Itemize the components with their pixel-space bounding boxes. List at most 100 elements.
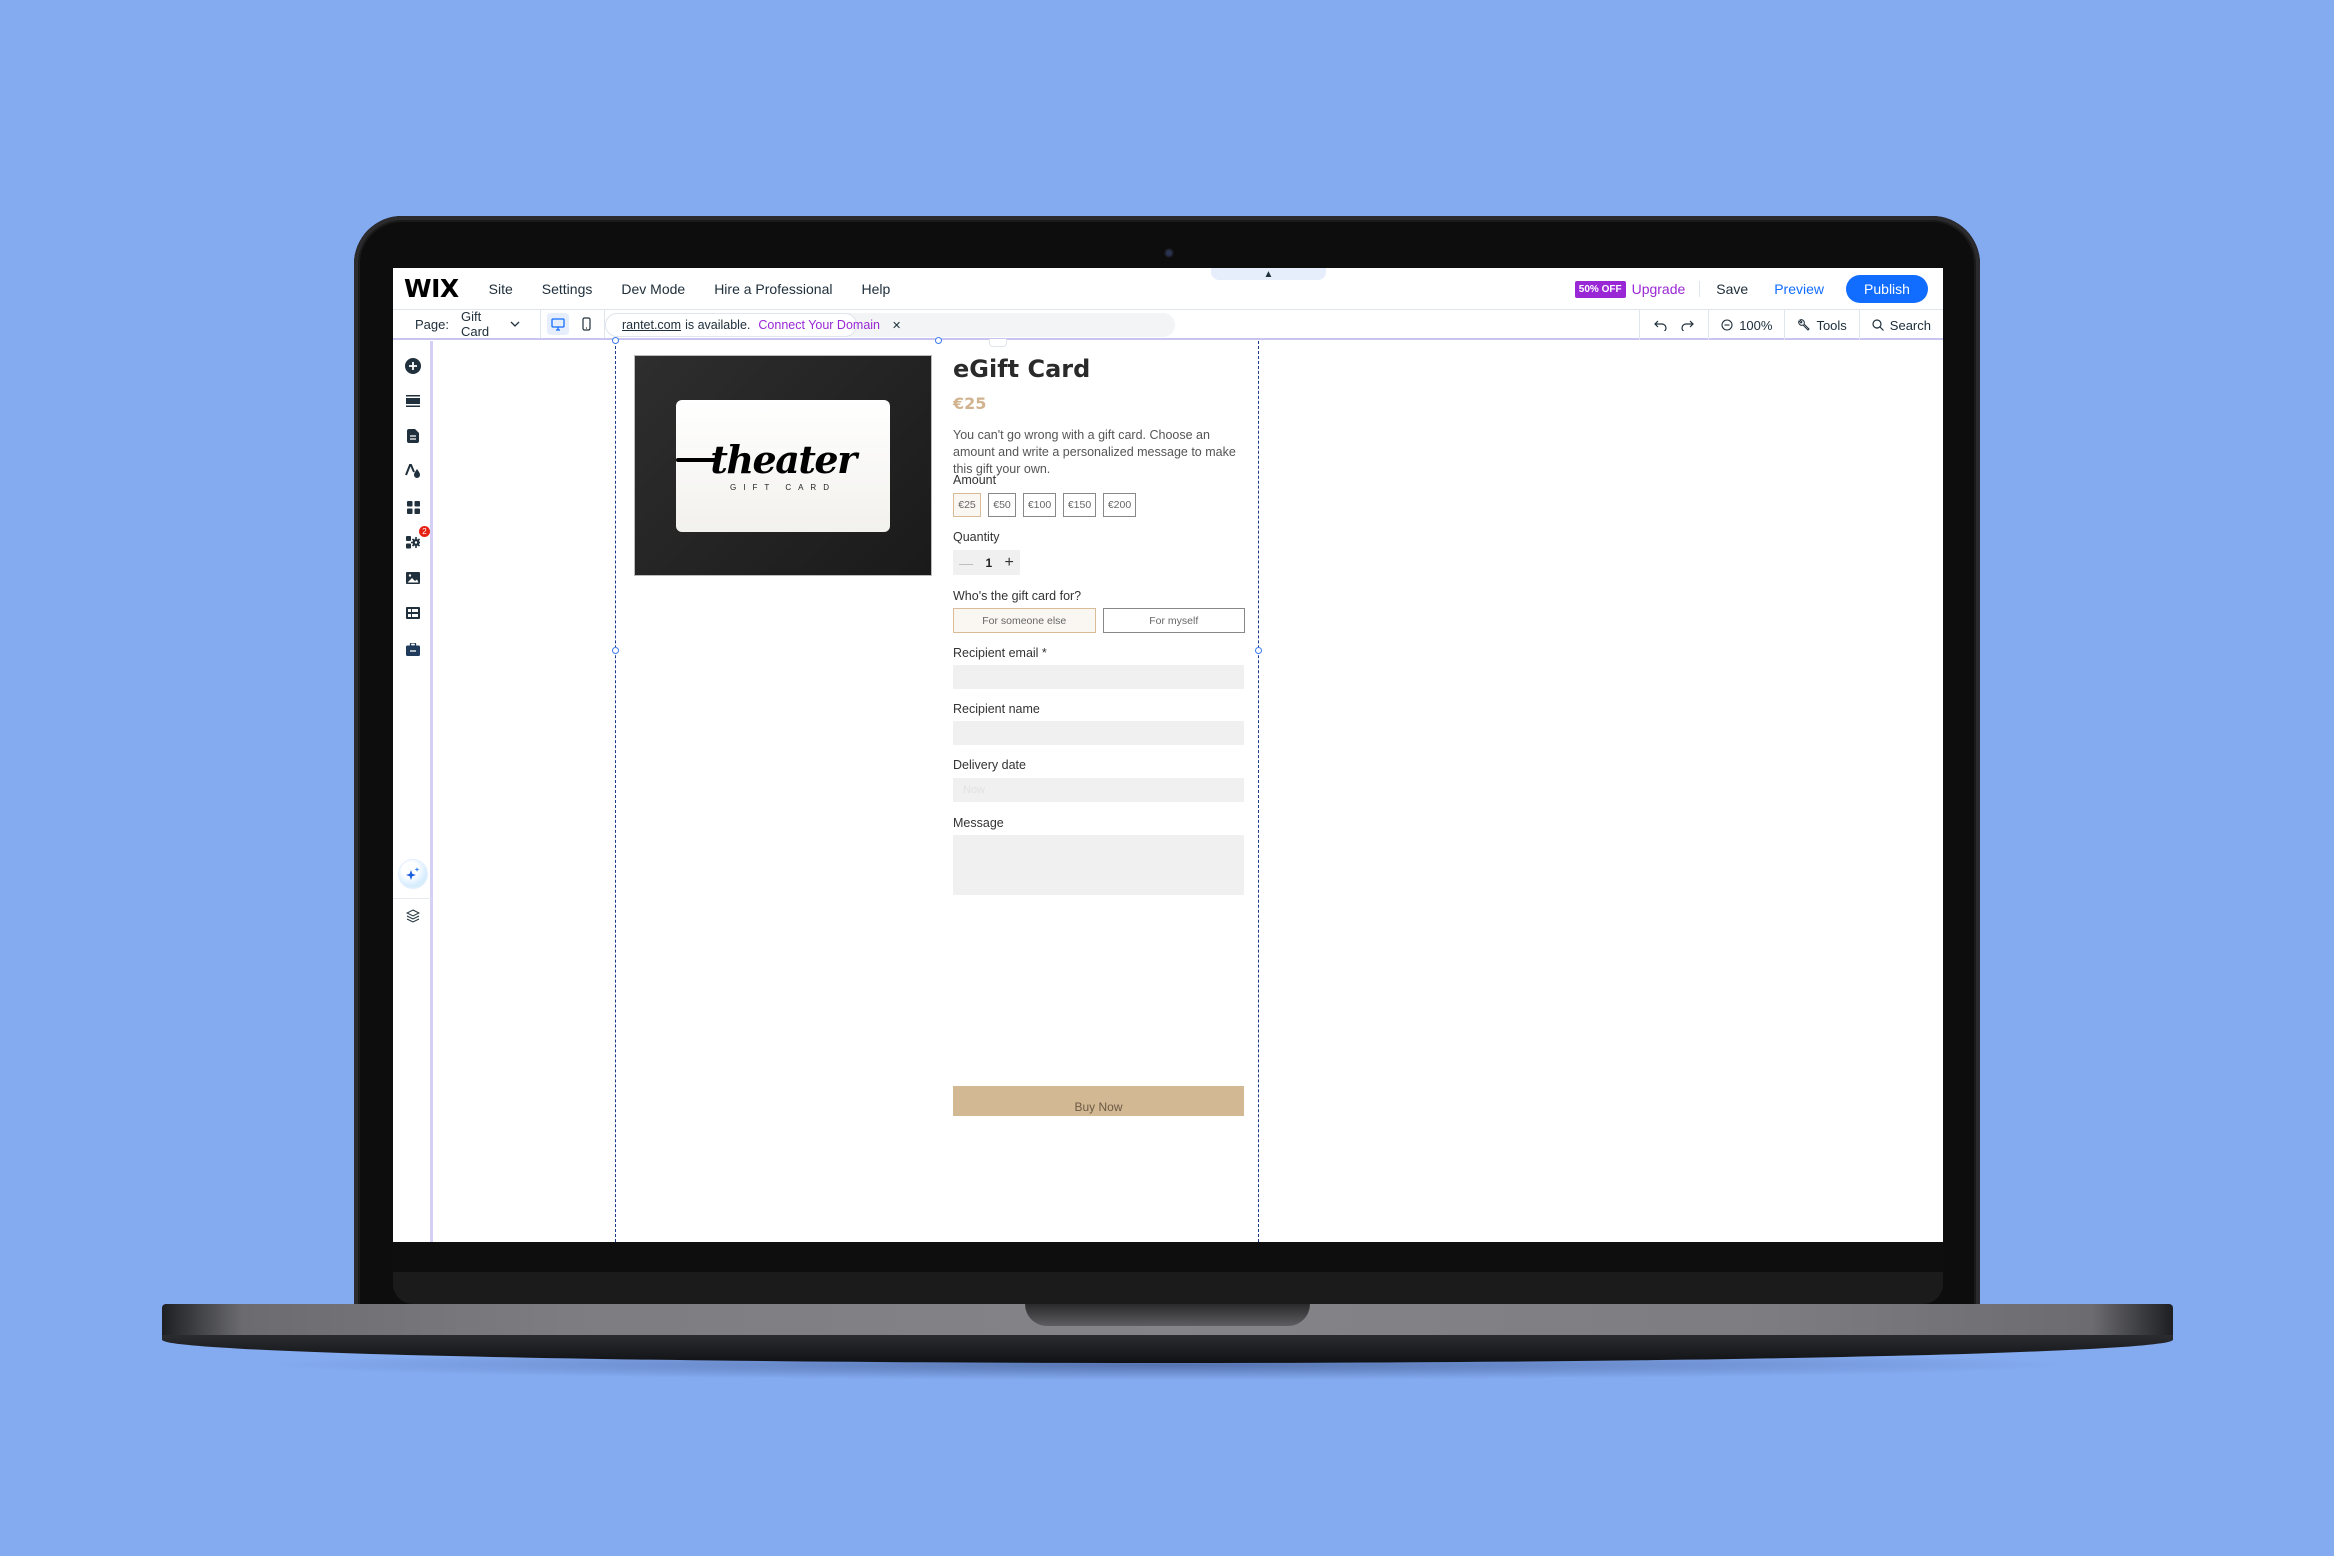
search-icon	[1872, 319, 1884, 331]
sections-icon	[406, 395, 420, 407]
sections-button[interactable]	[404, 392, 422, 410]
top-actions: 50% OFF Upgrade Save Preview Publish	[1574, 268, 1928, 310]
zoom-control[interactable]: 100%	[1708, 310, 1784, 340]
ai-assistant-icon	[406, 867, 420, 880]
for-myself-option[interactable]: For myself	[1102, 608, 1245, 633]
layers-icon	[406, 909, 420, 923]
add-elements-button[interactable]	[404, 357, 422, 375]
undo-redo	[1639, 310, 1708, 340]
recipient-name-label: Recipient name	[953, 702, 1040, 716]
amount-option[interactable]: €100	[1023, 493, 1056, 517]
amount-option[interactable]: €50	[988, 493, 1016, 517]
section-handle[interactable]	[989, 339, 1007, 347]
upgrade-link[interactable]: Upgrade	[1632, 281, 1701, 297]
amount-option[interactable]: €200	[1103, 493, 1136, 517]
message-textarea[interactable]	[953, 835, 1244, 895]
amount-label: Amount	[953, 473, 997, 487]
page-label: Page:	[415, 316, 449, 332]
amount-option[interactable]: €25	[953, 493, 981, 517]
mobile-icon	[582, 317, 591, 331]
editor-canvas[interactable]: theater GIFT CARD eGift Card €25 You can…	[436, 337, 1943, 1242]
pages-icon	[407, 429, 419, 443]
apps-button[interactable]	[404, 498, 422, 516]
quantity-value[interactable]: 1	[985, 556, 992, 570]
media-icon	[406, 572, 420, 584]
quantity-stepper: — 1 +	[953, 550, 1020, 575]
amount-option[interactable]: €150	[1063, 493, 1096, 517]
laptop-notch	[1025, 1304, 1310, 1326]
site-design-button[interactable]	[404, 462, 422, 480]
gridline-handle[interactable]	[1255, 647, 1262, 654]
gridline-handle[interactable]	[935, 337, 942, 344]
zoom-out-icon	[1721, 319, 1733, 331]
recipient-name-input[interactable]	[953, 721, 1244, 745]
gridline-handle[interactable]	[612, 337, 619, 344]
connect-domain-link[interactable]: Connect Your Domain	[758, 318, 880, 332]
media-button[interactable]	[404, 569, 422, 587]
menu-help[interactable]: Help	[861, 281, 890, 297]
redo-icon[interactable]	[1680, 319, 1695, 331]
wix-logo: WIX	[404, 274, 459, 303]
ai-assistant-button[interactable]	[399, 860, 427, 888]
preview-button[interactable]: Preview	[1774, 281, 1824, 297]
search-label: Search	[1889, 317, 1931, 333]
undo-icon[interactable]	[1654, 319, 1668, 331]
mobile-view-button[interactable]	[576, 313, 598, 335]
toolbar-right: 100% Tools Search	[1639, 310, 1943, 340]
menu-hire-professional[interactable]: Hire a Professional	[714, 281, 832, 297]
recipient-email-input[interactable]	[953, 665, 1244, 689]
product-image[interactable]: theater GIFT CARD	[634, 355, 932, 576]
card-brand: theater	[676, 436, 857, 482]
tools-label: Tools	[1816, 317, 1847, 333]
pages-button[interactable]	[404, 427, 422, 445]
editor-toolbar: Page: Gift Card rantet.com is available.…	[393, 309, 1943, 340]
chevron-up-icon: ▲	[1263, 268, 1274, 280]
business-apps-button[interactable]	[404, 533, 422, 551]
page-selector[interactable]: Page: Gift Card	[393, 309, 541, 339]
recipient-email-label: Recipient email *	[953, 646, 1047, 660]
recipient-question: Who's the gift card for?	[953, 589, 1082, 603]
product-description: You can't go wrong with a gift card. Cho…	[953, 428, 1236, 476]
menu-dev-mode[interactable]: Dev Mode	[621, 281, 685, 297]
apps-icon	[406, 500, 420, 514]
domain-name-link[interactable]: rantet.com	[622, 318, 681, 332]
delivery-date-label: Delivery date	[953, 758, 1026, 772]
recipient-options: For someone else For myself	[953, 608, 1245, 633]
delivery-date-input[interactable]: Now	[953, 778, 1244, 802]
menu-site[interactable]: Site	[489, 281, 513, 297]
gift-card-graphic: theater GIFT CARD	[676, 400, 890, 532]
for-someone-else-option[interactable]: For someone else	[953, 608, 1096, 633]
page-value: Gift Card	[460, 309, 490, 339]
domain-bar: rantet.com is available. Connect Your Do…	[605, 313, 1175, 337]
domain-notice: rantet.com is available. Connect Your Do…	[605, 313, 901, 337]
portfolio-button[interactable]	[404, 640, 422, 658]
desktop-view-button[interactable]	[547, 313, 570, 335]
save-button[interactable]: Save	[1716, 281, 1748, 297]
publish-button[interactable]: Publish	[1846, 275, 1928, 303]
chevron-down-icon	[510, 318, 520, 330]
product-title: eGift Card	[953, 355, 1091, 383]
tools-button[interactable]: Tools	[1784, 310, 1858, 340]
menu-settings[interactable]: Settings	[542, 281, 593, 297]
gridline-handle[interactable]	[612, 647, 619, 654]
business-apps-icon	[406, 535, 420, 548]
decrease-quantity-button[interactable]: —	[959, 555, 973, 571]
site-design-icon	[405, 464, 420, 478]
device-switcher	[541, 310, 605, 338]
wrench-icon	[1798, 318, 1811, 331]
close-icon[interactable]: ✕	[892, 319, 901, 332]
cms-icon	[406, 607, 420, 619]
message-label: Message	[953, 816, 1004, 830]
buy-now-button[interactable]: Buy Now	[953, 1086, 1244, 1116]
add-elements-icon	[405, 358, 421, 374]
layers-button[interactable]	[404, 907, 422, 925]
domain-status: is available.	[685, 318, 751, 332]
cms-button[interactable]	[404, 604, 422, 622]
increase-quantity-button[interactable]: +	[1004, 554, 1013, 572]
collapse-topbar-button[interactable]: ▲	[1211, 268, 1326, 280]
zoom-level: 100%	[1739, 317, 1773, 333]
camera-icon	[1164, 248, 1174, 258]
left-rail: 2	[393, 341, 433, 1242]
notification-badge: 2	[419, 526, 430, 537]
search-button[interactable]: Search	[1858, 310, 1943, 340]
